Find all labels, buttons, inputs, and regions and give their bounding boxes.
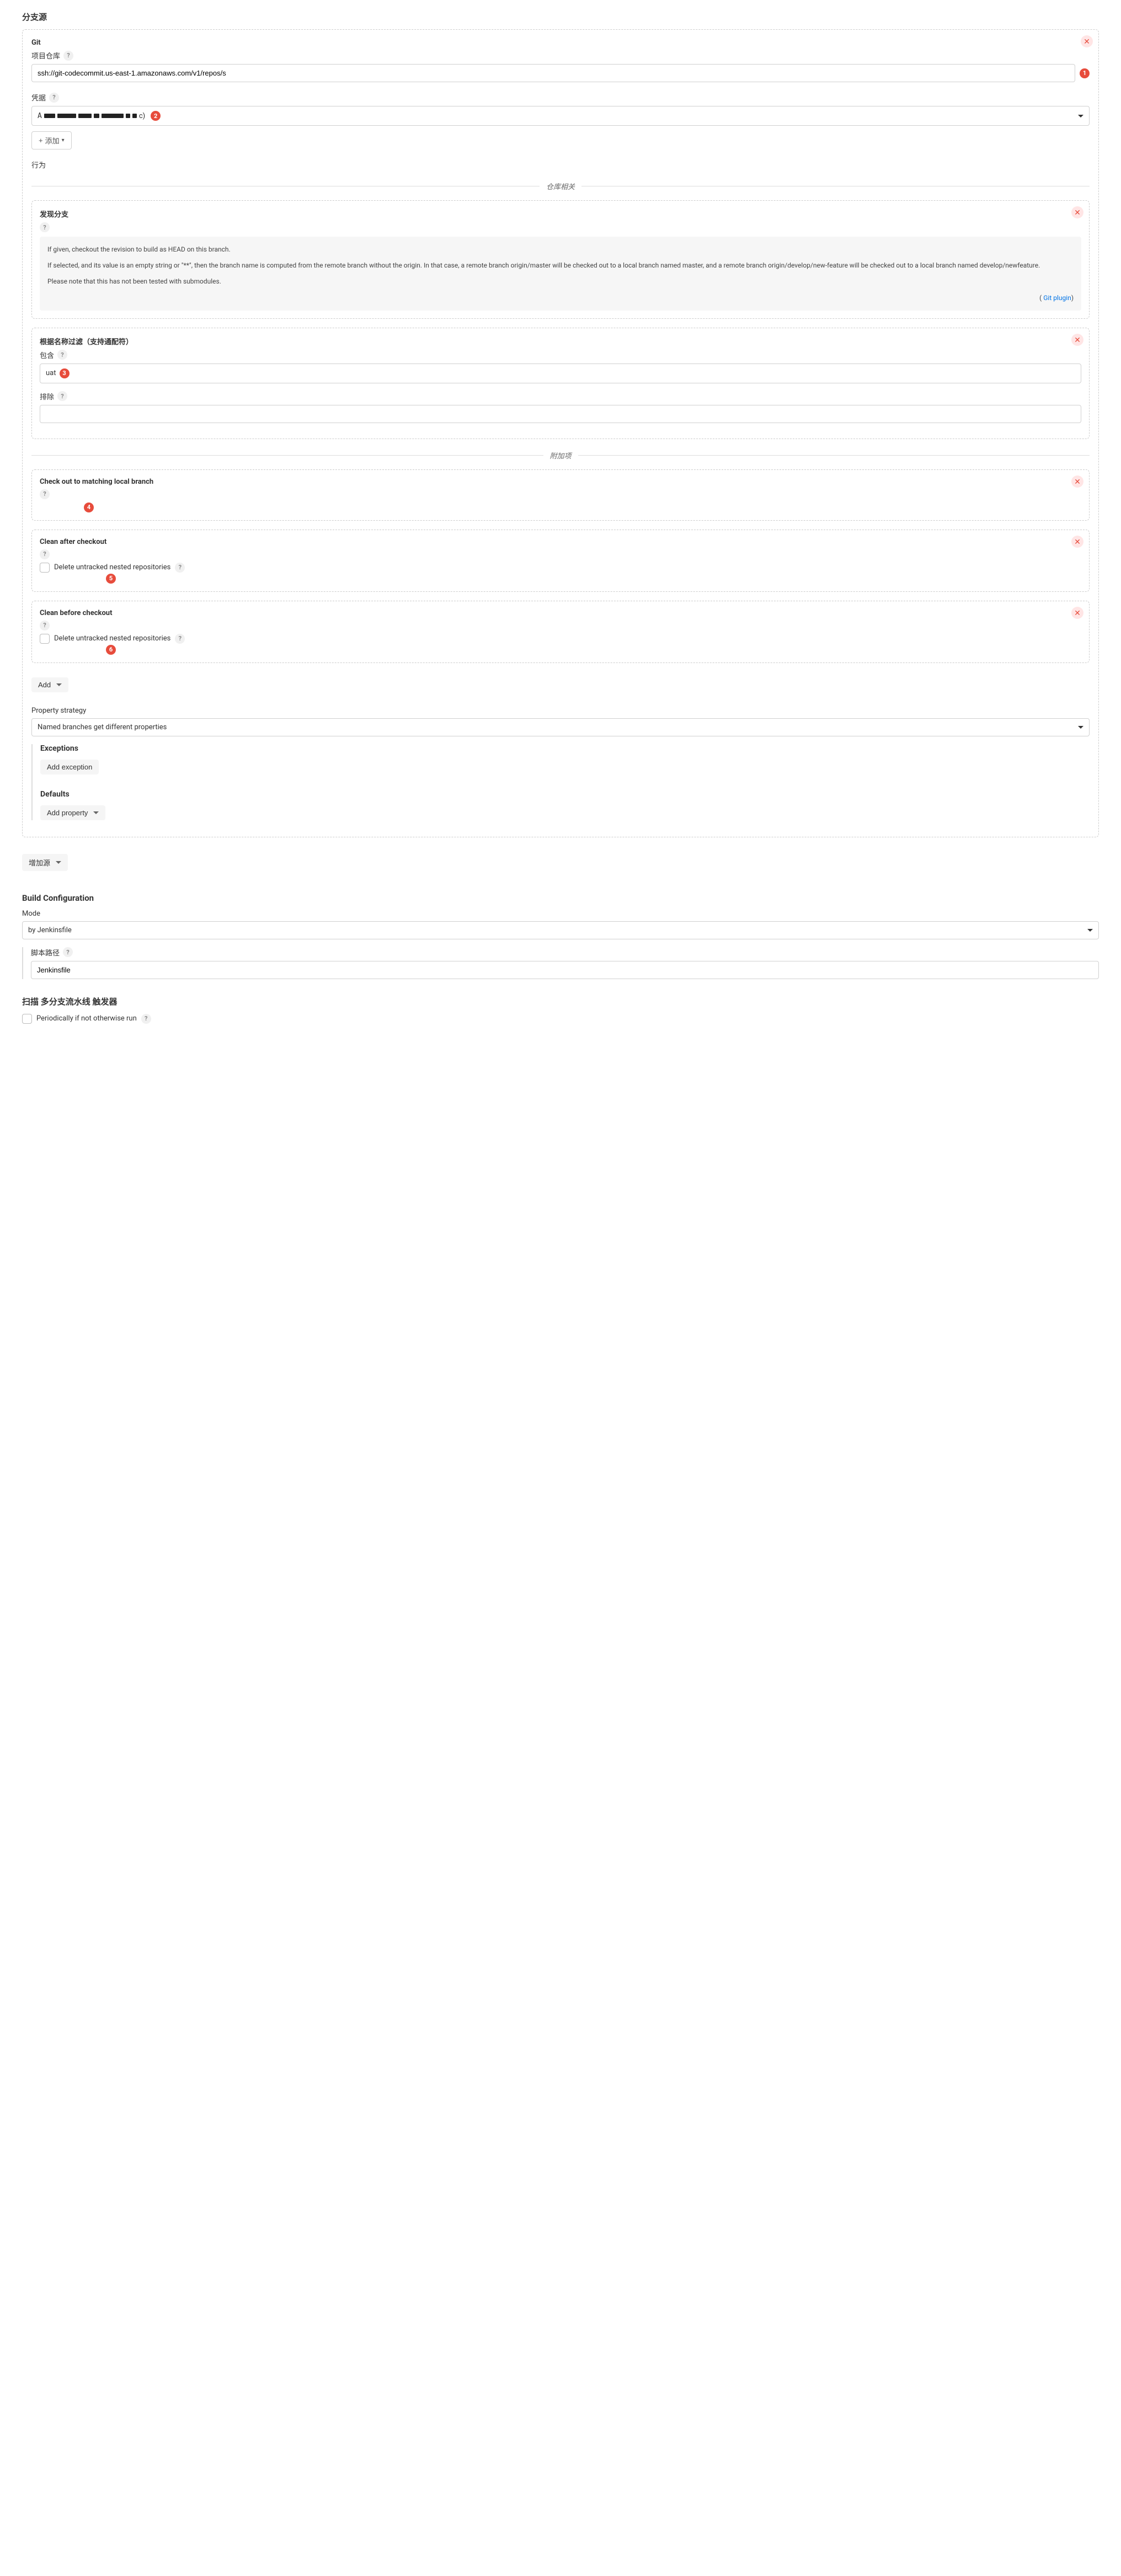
chevron-down-icon: [1087, 929, 1093, 932]
checkout-local-title: Check out to matching local branch: [40, 478, 153, 486]
mode-select[interactable]: by Jenkinsfile: [22, 921, 1099, 939]
periodic-label: Periodically if not otherwise run: [36, 1014, 137, 1023]
caret-down-icon: ▾: [62, 137, 65, 143]
chevron-down-icon: [1078, 726, 1083, 729]
scan-triggers-title: 扫描 多分支流水线 触发器: [22, 996, 1099, 1007]
git-plugin-link[interactable]: Git plugin: [1043, 294, 1071, 302]
help-icon[interactable]: ?: [40, 222, 50, 232]
annotation-badge-2: 2: [151, 111, 161, 121]
help-icon[interactable]: ?: [40, 621, 50, 630]
exclude-input[interactable]: [40, 405, 1081, 423]
property-strategy-label: Property strategy: [31, 707, 86, 715]
clean-before-checkbox[interactable]: [40, 634, 50, 644]
clean-before-checkbox-label: Delete untracked nested repositories: [54, 634, 170, 643]
help-icon[interactable]: ?: [63, 51, 73, 61]
exclude-label: 排除: [40, 391, 54, 402]
remove-clean-before-button[interactable]: ✕: [1071, 607, 1083, 619]
exceptions-heading: Exceptions: [40, 744, 1090, 753]
clean-after-checkbox-label: Delete untracked nested repositories: [54, 563, 170, 571]
chevron-down-icon: [1078, 115, 1083, 117]
add-exception-button[interactable]: Add exception: [40, 760, 99, 774]
add-credential-button[interactable]: + 添加 ▾: [31, 131, 72, 149]
filter-by-name-box: ✕ 根据名称过滤（支持通配符） 包含 ? uat 3 排除 ?: [31, 328, 1090, 439]
script-path-label: 脚本路径: [31, 947, 60, 958]
help-icon[interactable]: ?: [57, 350, 67, 360]
remove-git-source-button[interactable]: ✕: [1081, 35, 1093, 47]
include-input[interactable]: uat 3: [40, 364, 1081, 383]
build-config-title: Build Configuration: [22, 893, 1099, 903]
clean-before-title: Clean before checkout: [40, 609, 112, 617]
help-icon[interactable]: ?: [63, 947, 73, 957]
branch-sources-title: 分支源: [22, 11, 1099, 23]
divider-repo-related: 仓库相关: [31, 181, 1090, 191]
git-heading: Git: [31, 39, 41, 47]
credentials-label: 凭据: [31, 92, 46, 103]
remove-checkout-local-button[interactable]: ✕: [1071, 475, 1083, 488]
help-icon[interactable]: ?: [175, 634, 185, 644]
repo-label: 项目仓库: [31, 50, 60, 61]
checkout-local-box: ✕ Check out to matching local branch ? 4: [31, 469, 1090, 521]
defaults-heading: Defaults: [40, 790, 1090, 799]
credentials-select[interactable]: A c) 2: [31, 106, 1090, 126]
add-behavior-button[interactable]: Add: [31, 677, 68, 692]
property-strategy-select[interactable]: Named branches get different properties: [31, 718, 1090, 736]
credentials-value-prefix: A: [38, 112, 42, 120]
discover-info-block: If given, checkout the revision to build…: [40, 237, 1081, 311]
chevron-down-icon: [56, 861, 61, 864]
help-icon[interactable]: ?: [141, 1014, 151, 1024]
chevron-down-icon: [93, 811, 99, 814]
discover-branches-box: ✕ 发现分支 ? If given, checkout the revision…: [31, 200, 1090, 319]
clean-after-title: Clean after checkout: [40, 538, 106, 546]
clean-after-box: ✕ Clean after checkout ? Delete untracke…: [31, 530, 1090, 592]
plus-icon: +: [39, 136, 43, 145]
script-path-input[interactable]: [31, 961, 1099, 979]
clean-before-box: ✕ Clean before checkout ? Delete untrack…: [31, 601, 1090, 663]
annotation-badge-4: 4: [84, 503, 94, 512]
remove-discover-button[interactable]: ✕: [1071, 206, 1083, 218]
divider-extra: 附加项: [31, 450, 1090, 461]
mode-label: Mode: [22, 910, 40, 918]
periodic-checkbox[interactable]: [22, 1014, 32, 1024]
help-icon[interactable]: ?: [40, 489, 50, 499]
remove-filter-button[interactable]: ✕: [1071, 334, 1083, 346]
help-icon[interactable]: ?: [40, 549, 50, 559]
annotation-badge-1: 1: [1080, 68, 1090, 78]
help-icon[interactable]: ?: [57, 391, 67, 401]
repo-input[interactable]: [31, 64, 1075, 82]
annotation-badge-6: 6: [106, 645, 116, 655]
credentials-value-suffix: c): [139, 112, 145, 120]
behavior-label: 行为: [31, 159, 46, 170]
annotation-badge-3: 3: [60, 368, 70, 378]
discover-title: 发现分支: [40, 209, 68, 219]
include-label: 包含: [40, 350, 54, 360]
add-property-button[interactable]: Add property: [40, 805, 105, 820]
help-icon[interactable]: ?: [175, 563, 185, 573]
remove-clean-after-button[interactable]: ✕: [1071, 536, 1083, 548]
filter-title: 根据名称过滤（支持通配符）: [40, 336, 133, 346]
annotation-badge-5: 5: [106, 574, 116, 584]
clean-after-checkbox[interactable]: [40, 563, 50, 573]
chevron-down-icon: [56, 683, 62, 686]
help-icon[interactable]: ?: [49, 93, 59, 103]
branch-source-git-box: ✕ Git 项目仓库 ? 1 凭据 ? A c) 2: [22, 29, 1099, 837]
add-source-button[interactable]: 增加源: [22, 854, 68, 871]
